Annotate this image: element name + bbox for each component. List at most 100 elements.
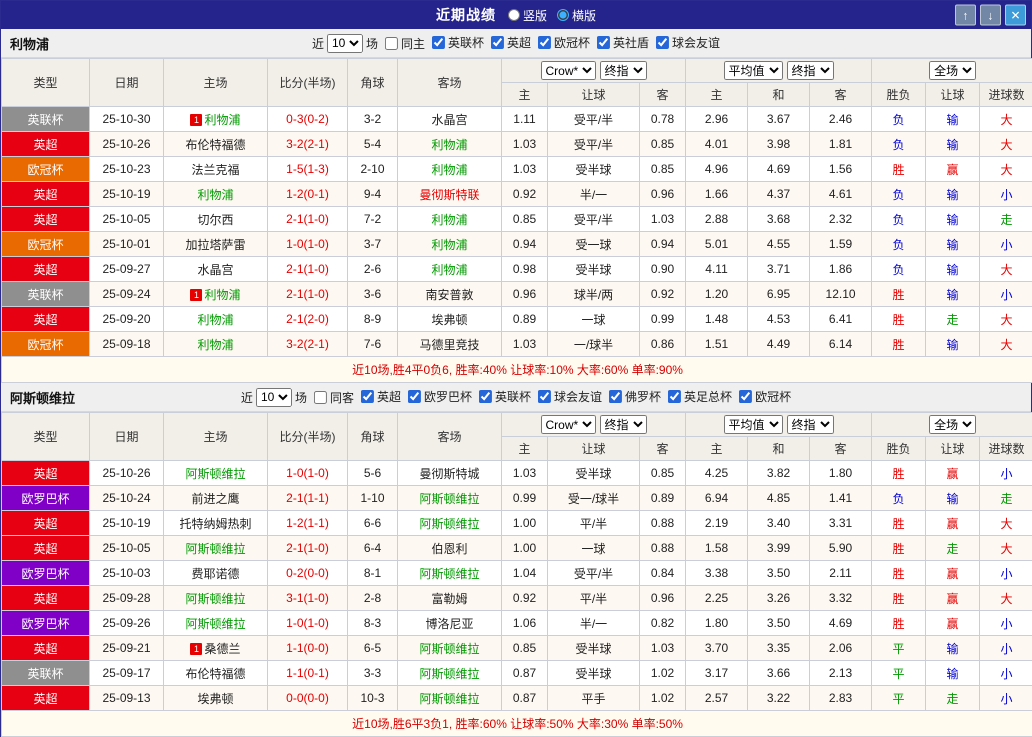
score-link[interactable]: 2-1(1-0) [286,212,329,226]
team-link[interactable]: 阿斯顿维拉 [185,617,245,631]
section-team-name[interactable]: 利物浦 [1,34,49,53]
team-link[interactable]: 费耶诺德 [191,567,239,581]
team-link[interactable]: 切尔西 [197,213,233,227]
team-link[interactable]: 曼彻斯特联 [419,188,479,202]
team-link[interactable]: 马德里竞技 [419,338,479,352]
team-link[interactable]: 托特纳姆热刺 [179,517,251,531]
league-filter[interactable]: 佛罗杯 [609,388,661,405]
score-link[interactable]: 3-2(2-1) [286,337,329,351]
team-link[interactable]: 利物浦 [431,163,467,177]
team-link[interactable]: 利物浦 [197,313,233,327]
team-link[interactable]: 博洛尼亚 [425,617,473,631]
score-link[interactable]: 3-2(2-1) [286,137,329,151]
result-scope-select[interactable]: 全场 [929,61,977,80]
team-link[interactable]: 布伦特福德 [185,138,245,152]
league-checkbox[interactable] [739,390,753,403]
team-link[interactable]: 利物浦 [197,188,233,202]
league-checkbox[interactable] [479,390,492,403]
team-link[interactable]: 阿斯顿维拉 [419,567,479,581]
score-link[interactable]: 2-1(2-0) [286,312,329,326]
match-count-select[interactable]: 10 [255,387,292,407]
team-link[interactable]: 埃弗顿 [197,692,233,706]
team-link[interactable]: 布伦特福德 [185,667,245,681]
league-filter[interactable]: 球会友谊 [656,34,720,51]
same-venue-checkbox[interactable] [384,36,398,50]
score-link[interactable]: 3-1(1-0) [286,591,329,605]
league-checkbox[interactable] [656,36,670,49]
league-filter[interactable]: 球会友谊 [538,388,602,405]
layout-radio[interactable] [557,9,569,21]
league-filter[interactable]: 英超 [491,34,531,51]
team-link[interactable]: 利物浦 [197,338,233,352]
team-link[interactable]: 1 桑德兰 [190,642,241,656]
asian-final-select[interactable]: 终指 [599,415,647,434]
team-link[interactable]: 阿斯顿维拉 [419,692,479,706]
score-link[interactable]: 1-2(0-1) [286,187,329,201]
team-link[interactable]: 利物浦 [431,263,467,277]
league-checkbox[interactable] [668,390,682,403]
league-checkbox[interactable] [538,390,552,403]
team-link[interactable]: 1 利物浦 [190,113,241,127]
up-arrow-icon[interactable]: ↑ [955,4,976,26]
team-link[interactable]: 利物浦 [431,213,467,227]
euro-source-select[interactable]: 平均值 [723,61,783,80]
team-link[interactable]: 利物浦 [431,238,467,252]
score-link[interactable]: 1-1(0-0) [286,641,329,655]
team-link[interactable]: 南安普敦 [425,288,473,302]
team-link[interactable]: 法兰克福 [191,163,239,177]
league-filter[interactable]: 英足总杯 [668,388,732,405]
down-arrow-icon[interactable]: ↓ [980,4,1001,26]
same-venue-filter[interactable]: 同客 [313,389,354,406]
league-checkbox[interactable] [597,36,611,49]
league-filter[interactable]: 欧冠杯 [538,34,590,51]
team-link[interactable]: 利物浦 [431,138,467,152]
league-checkbox[interactable] [491,36,504,49]
score-link[interactable]: 2-1(1-0) [286,262,329,276]
score-link[interactable]: 2-1(1-0) [286,287,329,301]
euro-final-select[interactable]: 终指 [786,61,834,80]
layout-radio[interactable] [507,9,520,21]
euro-final-select[interactable]: 终指 [786,415,834,434]
team-link[interactable]: 阿斯顿维拉 [185,542,245,556]
team-link[interactable]: 埃弗顿 [431,313,467,327]
match-count-select[interactable]: 10 [326,33,363,53]
team-link[interactable]: 阿斯顿维拉 [419,492,479,506]
team-link[interactable]: 前进之鹰 [191,492,239,506]
team-link[interactable]: 1 利物浦 [190,288,241,302]
score-link[interactable]: 0-2(0-0) [286,566,329,580]
league-checkbox[interactable] [609,390,623,403]
layout-option-vertical[interactable]: 竖版 [507,7,547,24]
score-link[interactable]: 0-3(0-2) [286,112,329,126]
asian-source-select[interactable]: Crow* [540,415,596,434]
score-link[interactable]: 0-0(0-0) [286,691,329,705]
score-link[interactable]: 1-0(1-0) [286,466,329,480]
score-link[interactable]: 1-5(1-3) [286,162,329,176]
league-filter[interactable]: 英联杯 [431,34,484,51]
team-link[interactable]: 伯恩利 [431,542,467,556]
team-link[interactable]: 曼彻斯特城 [419,467,479,481]
team-link[interactable]: 阿斯顿维拉 [419,642,479,656]
asian-source-select[interactable]: Crow* [540,61,596,80]
team-link[interactable]: 加拉塔萨雷 [185,238,245,252]
asian-final-select[interactable]: 终指 [599,61,647,80]
same-venue-checkbox[interactable] [313,390,327,404]
layout-option-horizontal[interactable]: 横版 [557,7,596,24]
score-link[interactable]: 1-1(0-1) [286,666,329,680]
team-link[interactable]: 水晶宫 [431,113,467,127]
team-link[interactable]: 阿斯顿维拉 [185,467,245,481]
league-checkbox[interactable] [360,390,374,403]
league-filter[interactable]: 欧冠杯 [739,388,791,405]
league-filter[interactable]: 英社盾 [597,34,649,51]
section-team-name[interactable]: 阿斯顿维拉 [1,388,75,407]
league-filter[interactable]: 英超 [360,388,401,405]
score-link[interactable]: 1-0(1-0) [286,237,329,251]
team-link[interactable]: 阿斯顿维拉 [185,592,245,606]
result-scope-select[interactable]: 全场 [929,415,977,434]
team-link[interactable]: 阿斯顿维拉 [419,667,479,681]
league-checkbox[interactable] [538,36,552,49]
team-link[interactable]: 富勒姆 [431,592,467,606]
league-filter[interactable]: 欧罗巴杯 [407,388,472,405]
score-link[interactable]: 2-1(1-1) [286,491,329,505]
same-venue-filter[interactable]: 同主 [384,35,425,52]
league-checkbox[interactable] [431,36,445,49]
